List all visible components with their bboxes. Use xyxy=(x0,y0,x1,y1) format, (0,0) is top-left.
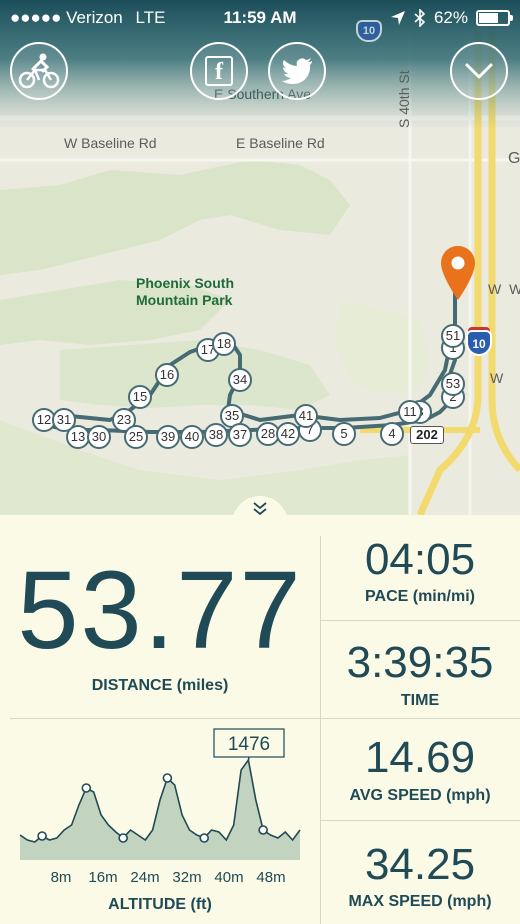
route-marker[interactable]: 15 xyxy=(128,385,152,409)
route-marker[interactable]: 4 xyxy=(380,422,404,446)
status-bar: ●●●●● Verizon LTE 11:59 AM 62% xyxy=(0,0,520,36)
twitter-share-button[interactable] xyxy=(268,42,326,100)
pace-value: 04:05 xyxy=(364,535,476,584)
route-marker[interactable]: 11 xyxy=(398,400,422,424)
altitude-label: ALTITUDE (ft) xyxy=(108,896,212,913)
road-label-w-baseline: W Baseline Rd xyxy=(64,135,157,151)
avg-speed-label: AVG SPEED (mph) xyxy=(349,787,491,804)
altitude-point xyxy=(258,825,268,835)
altitude-chart[interactable]: 1476 8m 16m 24m 32m 40m 48m ALTITUDE (ft) xyxy=(0,720,320,924)
location-arrow-icon xyxy=(390,11,405,25)
altitude-point xyxy=(81,783,92,793)
left-horizontal-divider xyxy=(10,718,320,719)
road-label-40th: S 40th St xyxy=(396,70,412,128)
cyclist-icon xyxy=(18,53,60,89)
cycling-activity-button[interactable] xyxy=(10,42,68,100)
divider-pace-time xyxy=(320,620,520,621)
highway-202-shield: 202 xyxy=(410,426,444,444)
avg-speed-value: 14.69 xyxy=(364,733,476,782)
route-marker[interactable]: 41 xyxy=(294,404,318,428)
route-marker[interactable]: 25 xyxy=(124,425,148,449)
route-marker[interactable]: 40 xyxy=(180,425,204,449)
divider-time-avg xyxy=(320,718,520,719)
battery-percent: 62% xyxy=(433,8,468,27)
x-tick-label: 24m xyxy=(130,869,159,886)
interstate-10-shield: 10 xyxy=(466,330,492,356)
road-label-e-baseline: E Baseline Rd xyxy=(236,135,325,151)
x-tick-label: 16m xyxy=(88,869,117,886)
route-map[interactable]: W Baseline Rd E Baseline Rd E Southern A… xyxy=(0,0,520,515)
route-marker[interactable]: 34 xyxy=(228,368,252,392)
double-chevron-down-icon xyxy=(253,502,267,516)
battery-icon xyxy=(476,10,513,26)
route-marker[interactable]: 51 xyxy=(441,324,465,348)
altitude-callout: 1476 xyxy=(228,734,270,755)
twitter-bird-icon xyxy=(282,58,312,84)
route-marker[interactable]: 18 xyxy=(212,332,236,356)
road-label-w: W xyxy=(490,370,504,386)
distance-label: DISTANCE (miles) xyxy=(91,677,229,694)
x-tick-label: 8m xyxy=(51,869,72,886)
distance-value: 53.77 xyxy=(17,549,303,672)
altitude-point xyxy=(37,831,47,841)
route-marker[interactable]: 37 xyxy=(228,423,252,447)
route-marker[interactable]: 5 xyxy=(332,422,356,446)
bluetooth-icon xyxy=(414,9,426,27)
location-pin-icon[interactable] xyxy=(440,246,476,302)
route-marker[interactable]: 42 xyxy=(276,422,300,446)
facebook-share-button[interactable]: f xyxy=(190,42,248,100)
altitude-point xyxy=(118,833,128,843)
facebook-icon: f xyxy=(205,56,233,86)
route-marker[interactable]: 31 xyxy=(52,408,76,432)
altitude-chart-svg: 1476 8m 16m 24m 32m 40m 48m xyxy=(19,728,301,886)
pace-label: PACE (min/mi) xyxy=(365,588,475,605)
road-label-ww: W W xyxy=(488,281,520,297)
battery-fill xyxy=(479,13,498,23)
route-marker[interactable]: 16 xyxy=(155,363,179,387)
altitude-point xyxy=(162,773,173,783)
route-marker[interactable]: 38 xyxy=(204,423,228,447)
max-speed-value: 34.25 xyxy=(364,840,476,889)
route-marker[interactable]: 53 xyxy=(441,372,465,396)
x-tick-label: 32m xyxy=(172,869,201,886)
chevron-down-icon xyxy=(465,63,493,79)
park-label: Phoenix South Mountain Park xyxy=(136,275,234,308)
altitude-point xyxy=(199,833,210,843)
status-icons: 62% xyxy=(390,8,513,28)
place-label-g: G xyxy=(508,150,520,167)
x-tick-label: 48m xyxy=(256,869,285,886)
time-value: 3:39:35 xyxy=(346,638,494,687)
divider-avg-max xyxy=(320,820,520,821)
route-marker[interactable]: 39 xyxy=(156,425,180,449)
time-label: TIME xyxy=(400,692,440,709)
max-speed-label: MAX SPEED (mph) xyxy=(348,893,492,910)
route-marker[interactable]: 30 xyxy=(87,425,111,449)
collapse-menu-button[interactable] xyxy=(450,42,508,100)
x-tick-label: 40m xyxy=(214,869,243,886)
